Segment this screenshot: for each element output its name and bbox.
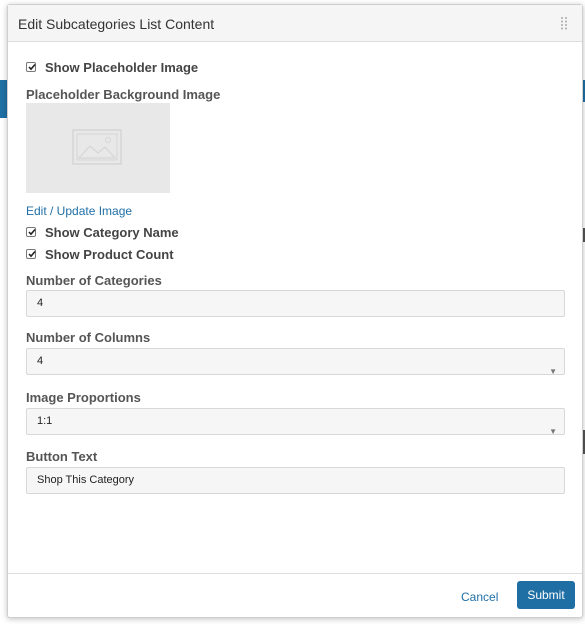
chevron-down-icon: ▼ (549, 367, 557, 376)
number-of-columns-label: Number of Columns (26, 330, 151, 345)
number-of-columns-value: 4 (37, 355, 44, 367)
button-text-value: Shop This Category (37, 474, 135, 486)
image-proportions-value: 1:1 (37, 415, 53, 427)
number-of-categories-input[interactable]: 4 (26, 290, 565, 317)
show-product-count-checkbox[interactable] (26, 249, 36, 259)
show-category-name-row: Show Category Name (26, 223, 179, 241)
show-product-count-label: Show Product Count (45, 246, 174, 262)
placeholder-image-preview[interactable] (26, 103, 170, 193)
show-placeholder-image-row: Show Placeholder Image (26, 58, 198, 76)
modal-footer-divider (8, 573, 582, 574)
number-of-columns-select[interactable]: 4 ▼ (26, 348, 565, 376)
show-category-name-label: Show Category Name (45, 224, 179, 240)
show-category-name-checkbox[interactable] (26, 227, 36, 237)
show-product-count-row: Show Product Count (26, 245, 174, 263)
edit-subcategories-modal: Edit Subcategories List Content Show Pla… (7, 4, 583, 618)
image-proportions-select[interactable]: 1:1 ▼ (26, 408, 565, 436)
number-of-categories-label: Number of Categories (26, 273, 162, 288)
number-of-categories-value: 4 (37, 297, 44, 309)
button-text-input[interactable]: Shop This Category (26, 467, 565, 494)
cancel-button[interactable]: Cancel (461, 590, 498, 604)
submit-button[interactable]: Submit (517, 581, 575, 609)
chevron-down-icon: ▼ (549, 427, 557, 436)
show-placeholder-image-label: Show Placeholder Image (45, 59, 199, 75)
placeholder-background-label: Placeholder Background Image (26, 87, 221, 102)
image-placeholder-icon (72, 129, 122, 170)
modal-title: Edit Subcategories List Content (18, 16, 215, 32)
show-placeholder-image-checkbox[interactable] (26, 62, 36, 72)
image-proportions-label: Image Proportions (26, 390, 141, 405)
modal-header[interactable]: Edit Subcategories List Content (8, 5, 582, 42)
button-text-label: Button Text (26, 449, 98, 464)
drag-handle-icon[interactable] (560, 16, 568, 30)
edit-update-image-link[interactable]: Edit / Update Image (26, 204, 132, 218)
